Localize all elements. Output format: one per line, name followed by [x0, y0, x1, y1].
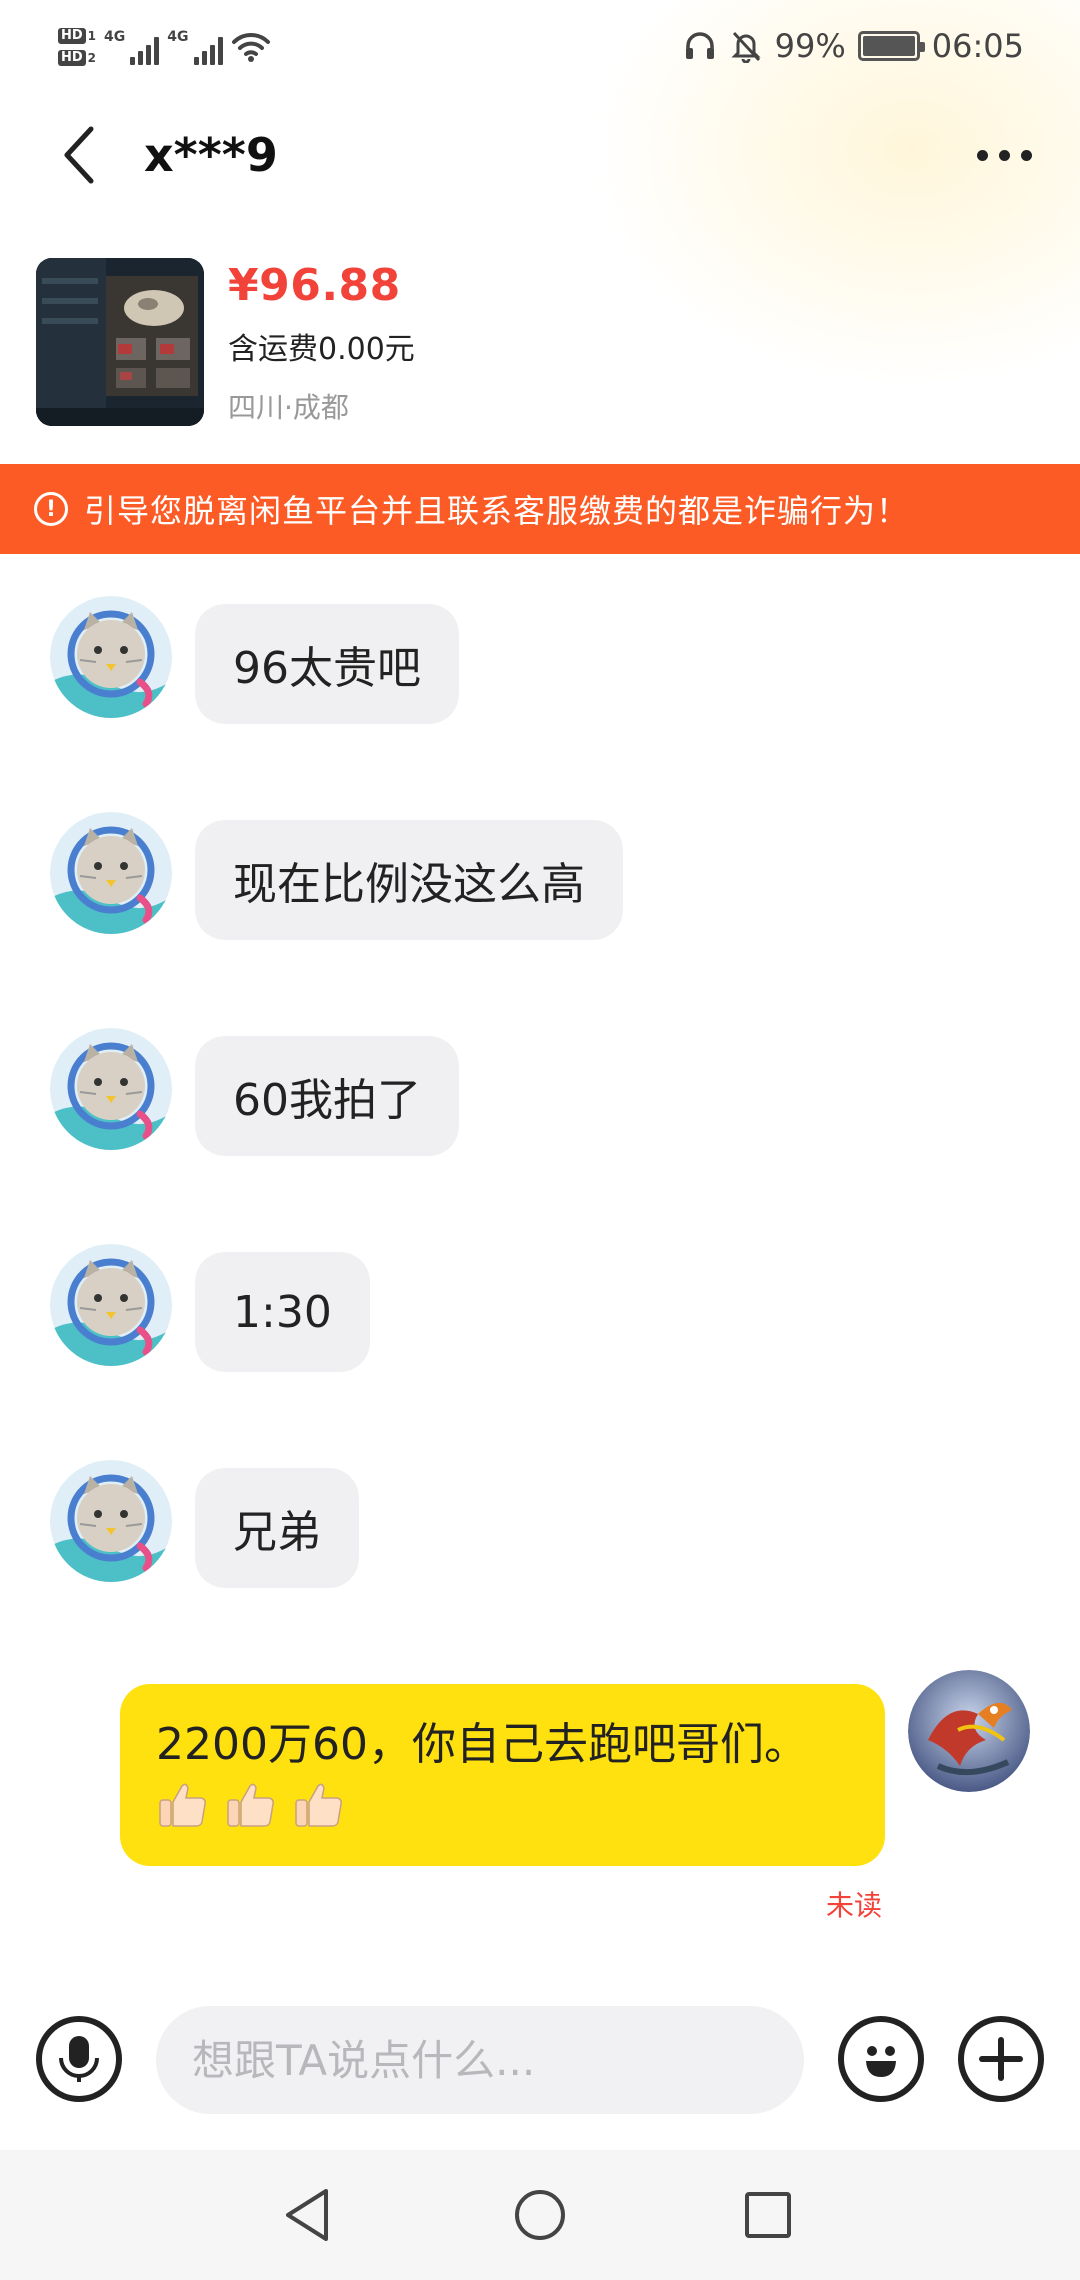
message-bubble[interactable]: 60我拍了: [195, 1036, 459, 1156]
chevron-left-icon: [64, 126, 94, 184]
headphones-icon: [685, 32, 714, 59]
cat-avatar-icon: [50, 1460, 172, 1582]
smiley-icon: [866, 2046, 896, 2077]
dot: [1020, 149, 1032, 161]
message-bubble[interactable]: 96太贵吧: [195, 604, 459, 724]
thumbs-up-icon: [159, 1783, 206, 1827]
product-location: 四川·成都: [228, 391, 349, 424]
signal-bar: [193, 57, 199, 65]
cat-avatar-icon: [50, 1028, 172, 1150]
hd-label: HD: [58, 50, 86, 66]
message-bubble[interactable]: 兄弟: [195, 1468, 359, 1588]
message-text: 2200万60，你自己去跑吧哥们。: [156, 1719, 808, 1770]
add-button[interactable]: [958, 2016, 1044, 2102]
message-bubble[interactable]: 现在比例没这么高: [195, 820, 623, 940]
signal-bar: [138, 51, 144, 65]
system-nav-bar: [0, 2150, 1080, 2280]
network-type-label: 4G: [167, 29, 189, 45]
chat-screen: HD 1 HD 2 4G 4G 99% 06:05 x***9 ¥96.88 含…: [0, 0, 1080, 2280]
plus-icon: [979, 2037, 1023, 2081]
square-recents-icon: [745, 2192, 791, 2238]
microphone-icon: [59, 2036, 99, 2082]
signal-bar: [217, 37, 223, 65]
dot: [998, 149, 1010, 161]
contact-avatar[interactable]: [50, 1244, 172, 1366]
nav-back-button[interactable]: [273, 2180, 343, 2250]
contact-avatar[interactable]: [50, 812, 172, 934]
hd-indicators: HD 1 HD 2: [58, 28, 96, 66]
circle-home-icon: [515, 2190, 565, 2240]
status-left: HD 1 HD 2 4G 4G: [58, 14, 271, 80]
chat-title: x***9: [144, 128, 278, 182]
message-input[interactable]: [156, 2006, 804, 2114]
hd-label: HD: [58, 28, 86, 44]
message-bubble[interactable]: 1:30: [195, 1252, 370, 1372]
input-bar: [0, 2000, 1080, 2120]
message-outgoing-bubble[interactable]: 2200万60，你自己去跑吧哥们。: [120, 1684, 885, 1866]
alert-icon: !: [34, 492, 68, 526]
emoji-button[interactable]: [838, 2016, 924, 2102]
nav-home-button[interactable]: [505, 2180, 575, 2250]
cat-avatar-icon: [50, 596, 172, 718]
product-price: ¥96.88: [228, 260, 401, 311]
cat-avatar-icon: [50, 1244, 172, 1366]
sim-number: 1: [87, 29, 97, 43]
dragon-avatar-icon: [908, 1670, 1030, 1792]
voice-button[interactable]: [36, 2016, 122, 2102]
thumbs-up-icon: [227, 1783, 274, 1827]
wifi-icon: [231, 32, 270, 62]
clock: 06:05: [931, 27, 1024, 65]
back-button[interactable]: [44, 120, 114, 190]
hd-indicator-2: HD 2: [58, 50, 96, 66]
contact-avatar[interactable]: [50, 1460, 172, 1582]
product-image[interactable]: [36, 258, 204, 426]
signal-bar: [201, 51, 207, 65]
cat-avatar-icon: [50, 812, 172, 934]
status-bar: HD 1 HD 2 4G 4G 99% 06:05: [0, 0, 1080, 96]
fraud-warning-banner: ! 引导您脱离闲鱼平台并且联系客服缴费的都是诈骗行为！: [0, 464, 1080, 554]
status-right: 99% 06:05: [683, 18, 1024, 74]
nav-recents-button[interactable]: [733, 2180, 803, 2250]
product-card[interactable]: ¥96.88 含运费0.00元 四川·成都: [36, 258, 1036, 428]
battery-icon: [857, 31, 925, 61]
chat-header: x***9: [0, 100, 1080, 210]
signal-bar: [146, 45, 152, 65]
product-thumbnail-graphic: [36, 258, 204, 426]
more-options-button[interactable]: [964, 120, 1044, 190]
read-status: 未读: [826, 1889, 883, 1922]
triangle-back-icon: [286, 2189, 328, 2241]
warning-text: 引导您脱离闲鱼平台并且联系客服缴费的都是诈骗行为！: [84, 492, 910, 530]
dot: [976, 149, 988, 161]
emoji-row: [156, 1778, 849, 1832]
signal-icon-sim2: 4G: [167, 29, 223, 65]
signal-icon-sim1: 4G: [104, 29, 160, 65]
network-type-label: 4G: [104, 29, 126, 45]
contact-avatar[interactable]: [50, 1028, 172, 1150]
hd-indicator-1: HD 1: [58, 28, 96, 44]
signal-bar: [130, 57, 136, 65]
thumbs-up-icon: [295, 1783, 342, 1827]
contact-avatar[interactable]: [50, 596, 172, 718]
mute-bell-icon: [731, 31, 761, 63]
battery-percent: 99%: [774, 27, 846, 65]
signal-bar: [154, 37, 160, 65]
sim-number: 2: [87, 51, 97, 65]
product-shipping: 含运费0.00元: [228, 332, 415, 367]
signal-bar: [209, 45, 215, 65]
my-avatar[interactable]: [908, 1670, 1030, 1792]
